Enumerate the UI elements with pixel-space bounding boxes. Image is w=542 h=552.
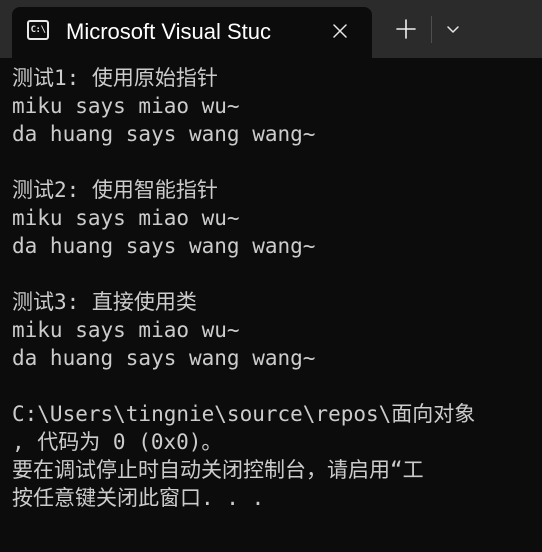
- plus-icon: [396, 19, 416, 39]
- console-line: miku says miao wu~: [12, 94, 240, 118]
- console-line: da huang says wang wang~: [12, 122, 316, 146]
- terminal-tab[interactable]: C:\ Microsoft Visual Stuc: [12, 7, 372, 58]
- console-line: miku says miao wu~: [12, 318, 240, 342]
- tab-close-button[interactable]: [324, 17, 356, 45]
- console-line: C:\Users\tingnie\source\repos\面向对象: [12, 402, 476, 426]
- title-bar: C:\ Microsoft Visual Stuc: [0, 0, 542, 58]
- tab-divider: [431, 16, 432, 43]
- console-line: 测试3: 直接使用类: [12, 290, 197, 314]
- console-icon: C:\: [27, 20, 49, 40]
- console-line: da huang says wang wang~: [12, 234, 316, 258]
- console-line: 要在调试停止时自动关闭控制台，请启用“工: [12, 458, 424, 482]
- new-tab-button[interactable]: [387, 12, 425, 46]
- chevron-down-icon: [447, 26, 459, 33]
- console-icon-label: C:\: [30, 25, 46, 35]
- close-icon: [333, 24, 347, 38]
- console-output[interactable]: 测试1: 使用原始指针 miku says miao wu~ da huang sa…: [12, 64, 542, 552]
- console-line: da huang says wang wang~: [12, 346, 316, 370]
- console-line: 测试2: 使用智能指针: [12, 178, 218, 202]
- console-line: 按任意键关闭此窗口. . .: [12, 486, 265, 510]
- tab-dropdown-button[interactable]: [436, 12, 470, 46]
- console-line: , 代码为 0 (0x0)。: [12, 430, 223, 454]
- console-line: 测试1: 使用原始指针: [12, 66, 218, 90]
- terminal-window: C:\ Microsoft Visual Stuc 测试1: 使用原始指针 mik…: [0, 0, 542, 552]
- console-line: miku says miao wu~: [12, 206, 240, 230]
- tab-title: Microsoft Visual Stuc: [66, 19, 272, 44]
